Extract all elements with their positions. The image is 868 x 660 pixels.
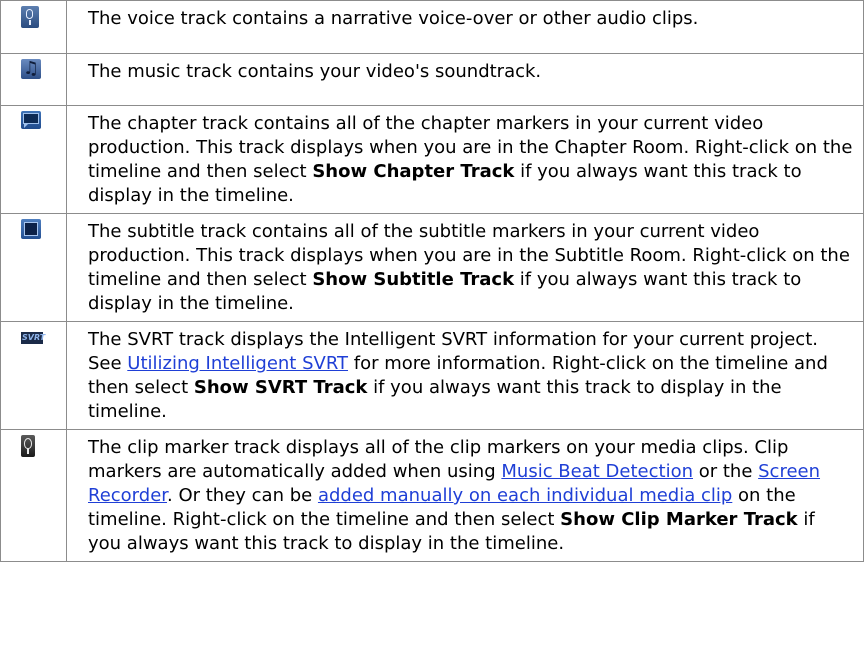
svrt-icon bbox=[21, 332, 45, 344]
description-cell: The chapter track contains all of the ch… bbox=[66, 105, 864, 214]
show-clip-marker-track-label: Show Clip Marker Track bbox=[560, 509, 798, 530]
added-manually-link[interactable]: added manually on each individual media … bbox=[318, 485, 732, 506]
table-row: The SVRT track displays the Intelligent … bbox=[0, 321, 864, 430]
icon-cell bbox=[0, 321, 67, 430]
track-descriptions-table: The voice track contains a narrative voi… bbox=[0, 0, 864, 562]
chapter-speech-bubble-icon bbox=[21, 111, 41, 129]
description-cell: The voice track contains a narrative voi… bbox=[66, 0, 864, 54]
utilizing-intelligent-svrt-link[interactable]: Utilizing Intelligent SVRT bbox=[127, 353, 348, 374]
subtitle-box-icon bbox=[21, 219, 41, 239]
show-chapter-track-label: Show Chapter Track bbox=[312, 161, 515, 182]
show-svrt-track-label: Show SVRT Track bbox=[193, 377, 368, 398]
music-notes-icon bbox=[21, 57, 41, 81]
clip-marker-text-manual: . Or they can be bbox=[167, 485, 318, 506]
music-track-description: The music track contains your video's so… bbox=[88, 61, 542, 82]
icon-cell bbox=[0, 429, 67, 562]
description-cell: The subtitle track contains all of the s… bbox=[66, 213, 864, 322]
microphone-icon bbox=[21, 6, 39, 28]
icon-cell bbox=[0, 53, 67, 106]
table-row: The clip marker track displays all of th… bbox=[0, 429, 864, 562]
icon-cell bbox=[0, 105, 67, 214]
table-row: The subtitle track contains all of the s… bbox=[0, 213, 864, 322]
description-cell: The clip marker track displays all of th… bbox=[66, 429, 864, 562]
clip-marker-icon bbox=[21, 435, 35, 457]
voice-track-description: The voice track contains a narrative voi… bbox=[88, 8, 699, 29]
description-cell: The SVRT track displays the Intelligent … bbox=[66, 321, 864, 430]
music-beat-detection-link[interactable]: Music Beat Detection bbox=[501, 461, 693, 482]
table-row: The music track contains your video's so… bbox=[0, 53, 864, 106]
show-subtitle-track-label: Show Subtitle Track bbox=[312, 269, 515, 290]
table-row: The voice track contains a narrative voi… bbox=[0, 0, 864, 54]
table-row: The chapter track contains all of the ch… bbox=[0, 105, 864, 214]
clip-marker-text-or: or the bbox=[693, 461, 759, 482]
icon-cell bbox=[0, 0, 67, 54]
description-cell: The music track contains your video's so… bbox=[66, 53, 864, 106]
icon-cell bbox=[0, 213, 67, 322]
